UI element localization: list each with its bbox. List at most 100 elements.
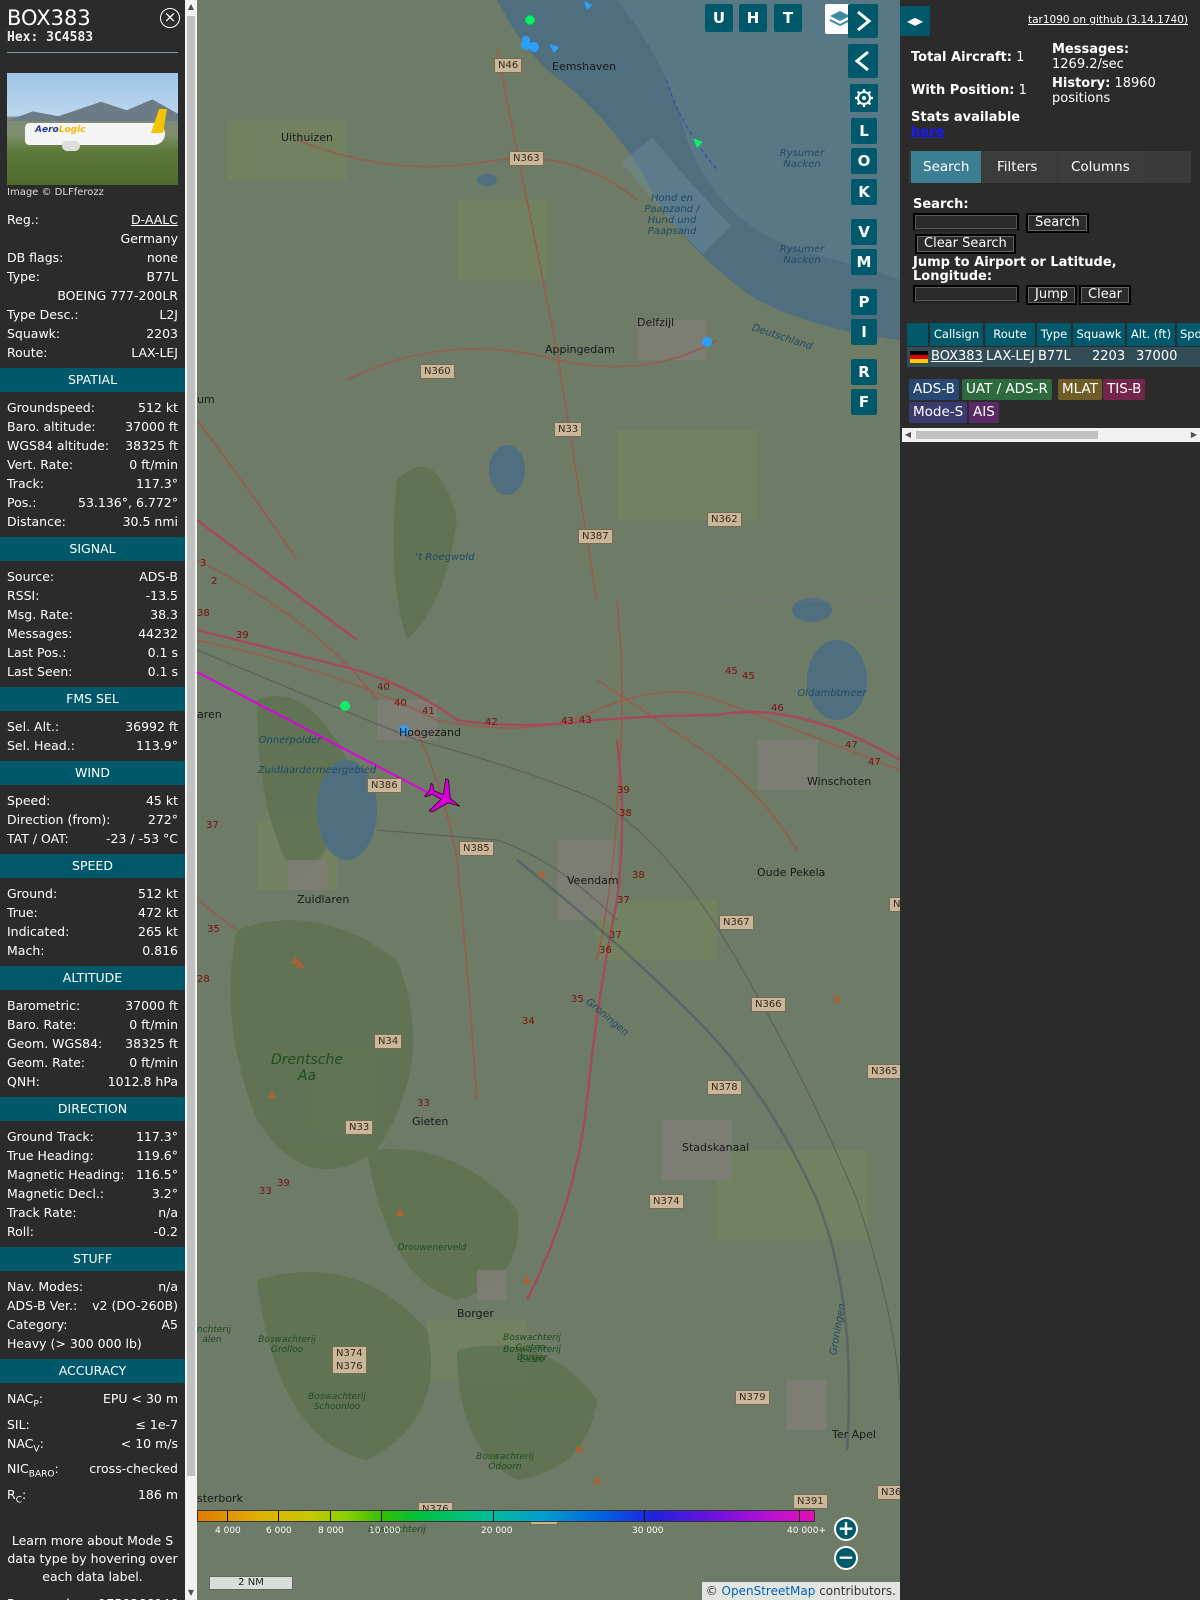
info-label: QNH: — [7, 1074, 40, 1089]
map-button-k[interactable]: K — [851, 179, 877, 205]
clear-search-button[interactable]: Clear Search — [915, 234, 1016, 254]
scroll-right-icon[interactable]: ▶ — [1188, 428, 1200, 442]
zoom-in-button[interactable]: + — [834, 1517, 858, 1541]
info-value: 186 m — [137, 1486, 178, 1502]
col-callsign[interactable]: Callsign — [930, 323, 984, 346]
zoom-out-button[interactable]: − — [834, 1546, 858, 1570]
info-value: 2203 — [146, 326, 178, 341]
road-number: 45 — [742, 671, 755, 682]
map-button-p[interactable]: P — [851, 289, 877, 315]
info-value: < 10 m/s — [120, 1435, 178, 1451]
flag-germany-icon — [910, 351, 928, 363]
place-label: Winschoten — [807, 775, 872, 788]
jump-label: Jump to Airport or Latitude, Longitude: — [913, 255, 1117, 284]
place-label: Delfzijl — [637, 316, 675, 329]
map-button-m[interactable]: M — [851, 249, 877, 275]
registration-link[interactable]: D-AALC — [131, 210, 178, 229]
map-button-r[interactable]: R — [851, 359, 877, 385]
close-icon[interactable]: × — [160, 8, 180, 28]
info-label: Msg. Rate: — [7, 607, 74, 622]
info-scroll-area[interactable]: BOX383 Hex: 3C4583 × AeroLogic Image © D… — [0, 0, 185, 1600]
info-row: Ground Track: 117.3° — [7, 1127, 178, 1146]
info-label: Sel. Head.: — [7, 738, 75, 753]
info-label: Ground: — [7, 886, 58, 901]
road-shield: N374 — [649, 1194, 684, 1209]
road-shield: N363 — [509, 151, 544, 166]
info-row: Track Rate: n/a — [7, 1203, 178, 1222]
col-speed[interactable]: Spd — [1177, 323, 1200, 346]
col-altitude[interactable]: Alt. (ft) — [1127, 323, 1176, 346]
hscroll-thumb[interactable] — [916, 431, 1098, 439]
chevron-left-icon[interactable] — [848, 44, 878, 78]
road-shield: N387 — [578, 529, 613, 544]
info-value: L2J — [159, 307, 178, 322]
map-button-f[interactable]: F — [851, 389, 877, 415]
place-label: sterbork — [197, 1492, 243, 1505]
stats-available: Stats available here — [911, 110, 1021, 140]
col-type[interactable]: Type — [1037, 323, 1072, 346]
tab-filters[interactable]: Filters — [985, 151, 1055, 183]
chevron-right-icon[interactable] — [848, 4, 878, 38]
clear-button[interactable]: Clear — [1079, 285, 1131, 305]
info-row: RC: 186 m — [7, 1485, 178, 1511]
source-badge[interactable]: MLAT — [1058, 379, 1102, 400]
table-row[interactable]: BOX383 LAX-LEJ B77L 2203 37000 — [907, 347, 1200, 367]
col-flag[interactable] — [907, 323, 929, 346]
info-label: Baro. altitude: — [7, 419, 96, 434]
jump-button[interactable]: Jump — [1026, 285, 1077, 305]
road-number: 34 — [522, 1016, 535, 1027]
info-value: 0 ft/min — [129, 1055, 178, 1070]
road-number: 40 — [394, 698, 407, 709]
info-rows: Reg.: D-AALC Germany DB flags: none Type: B77L… — [0, 198, 185, 1600]
stats-link[interactable]: here — [911, 125, 944, 140]
map-button-h[interactable]: H — [739, 4, 767, 32]
osm-link[interactable]: OpenStreetMap — [722, 1584, 816, 1598]
source-badge[interactable]: AIS — [969, 402, 999, 423]
map-button-l[interactable]: L — [851, 118, 877, 144]
info-value: 53.136°, 6.772° — [78, 495, 178, 510]
github-link[interactable]: tar1090 on github (3.14.1740) — [1028, 14, 1188, 26]
arrows-horizontal-icon[interactable]: ◂▸ — [900, 6, 930, 36]
aircraft-photo[interactable]: AeroLogic — [7, 73, 178, 185]
source-badge[interactable]: ADS-B — [909, 379, 959, 400]
search-button[interactable]: Search — [1026, 213, 1089, 233]
scroll-up-icon[interactable]: ▲ — [185, 0, 197, 14]
search-input[interactable] — [913, 213, 1019, 231]
row-altitude: 37000 — [1136, 349, 1178, 364]
map-button-o[interactable]: O — [851, 148, 877, 174]
scrollbar-thumb[interactable] — [187, 16, 195, 1476]
scroll-down-icon[interactable]: ▼ — [185, 1586, 197, 1600]
gear-icon[interactable] — [850, 84, 878, 112]
map-button-i[interactable]: I — [851, 319, 877, 345]
legend-label: 6 000 — [266, 1526, 292, 1536]
info-label: RC: — [7, 1486, 27, 1506]
info-value: 0 ft/min — [129, 457, 178, 472]
map-button-t[interactable]: T — [774, 4, 802, 32]
info-scrollbar[interactable]: ▲ ▼ — [185, 0, 197, 1600]
source-badge[interactable]: TIS-B — [1103, 379, 1146, 400]
info-value: 0 ft/min — [129, 1017, 178, 1032]
source-badge[interactable]: UAT / ADS-R — [962, 379, 1052, 400]
map-button-u[interactable]: U — [705, 4, 733, 32]
row-callsign[interactable]: BOX383 — [931, 347, 983, 367]
info-note: Learn more about Mode S data type by hov… — [7, 1533, 178, 1584]
info-label: Last Seen: — [7, 664, 73, 679]
info-row: Category: A5 — [7, 1315, 178, 1334]
info-value: LAX-LEJ — [131, 345, 178, 360]
col-route[interactable]: Route — [985, 323, 1036, 346]
tab-columns[interactable]: Columns — [1059, 151, 1143, 183]
source-badge[interactable]: Mode-S — [909, 402, 968, 423]
altitude-legend: 4 000 6 000 8 000 10 000 20 000 30 000 40 000+ — [197, 1510, 826, 1540]
col-squawk[interactable]: Squawk — [1073, 323, 1126, 346]
info-label: Route: — [7, 345, 48, 360]
section-header: SPATIAL — [0, 368, 185, 392]
info-row: Direction (from): 272° — [7, 810, 178, 829]
table-hscrollbar[interactable]: ◀ ▶ — [902, 428, 1200, 442]
jump-input[interactable] — [913, 285, 1019, 303]
map-view[interactable]: Uithuizen Eemshaven Appingedam Delfzijl Hoog… — [197, 0, 900, 1600]
road-shield: N362 — [707, 512, 742, 527]
map-button-v[interactable]: V — [851, 219, 877, 245]
scroll-left-icon[interactable]: ◀ — [902, 428, 914, 442]
tab-search[interactable]: Search — [911, 151, 981, 183]
info-label: Track: — [7, 476, 44, 491]
